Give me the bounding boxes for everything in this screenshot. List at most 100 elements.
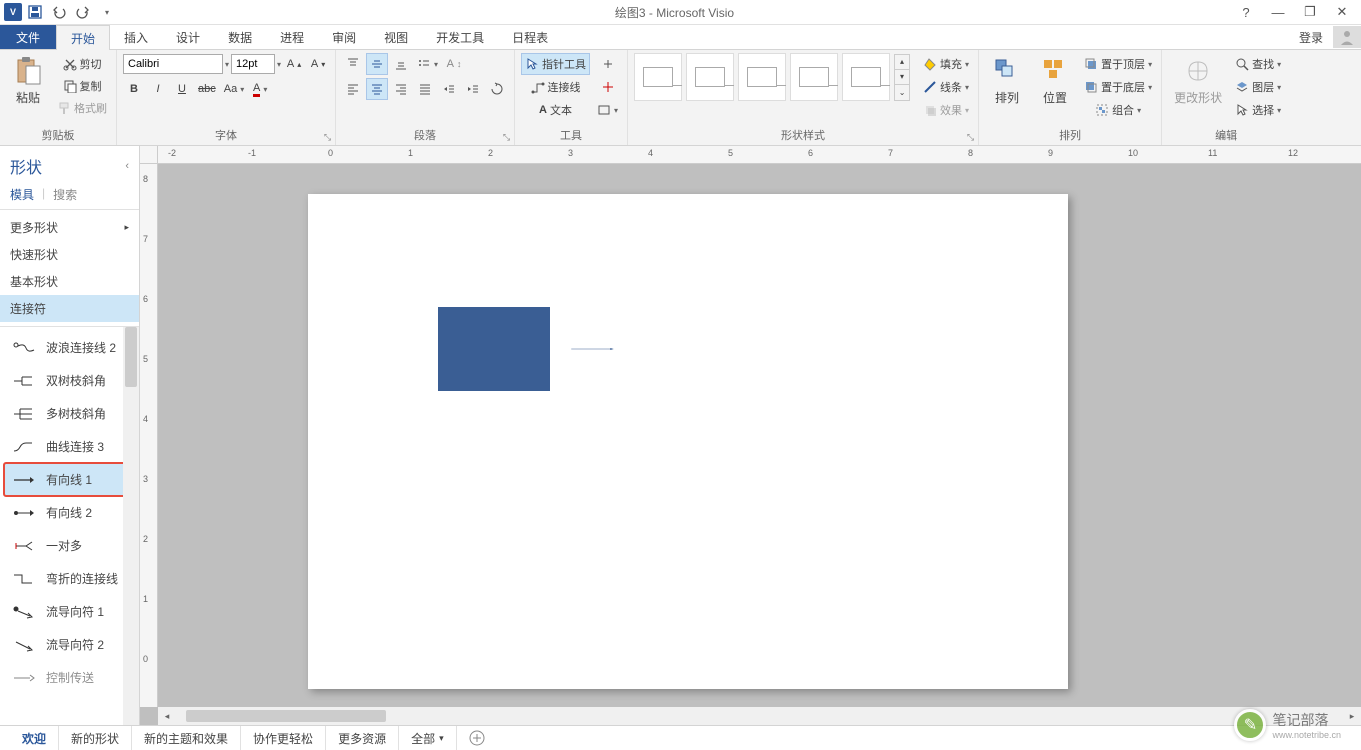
strikethrough-button[interactable]: abc: [195, 78, 219, 100]
gallery-up-button[interactable]: ▴: [895, 55, 909, 70]
tab-process[interactable]: 进程: [266, 25, 318, 49]
minimize-button[interactable]: —: [1263, 1, 1293, 23]
arrow-connector-shape[interactable]: [550, 348, 635, 350]
arrange-button[interactable]: 排列: [985, 53, 1029, 108]
decrease-font-button[interactable]: A▾: [307, 53, 329, 75]
tab-design[interactable]: 设计: [162, 25, 214, 49]
send-to-back-button[interactable]: 置于底层▾: [1081, 76, 1155, 98]
font-dialog-launcher-icon[interactable]: ⤡: [324, 132, 331, 143]
qat-customize-button[interactable]: ▾: [96, 1, 118, 23]
style-item-3[interactable]: [738, 53, 786, 101]
help-button[interactable]: ?: [1231, 1, 1261, 23]
shape-control-transfer[interactable]: 控制传送: [4, 661, 135, 694]
more-resources-tab[interactable]: 更多资源: [326, 726, 399, 750]
rectangle-shape[interactable]: [438, 307, 550, 391]
bring-to-front-button[interactable]: 置于顶层▾: [1081, 53, 1155, 75]
search-tab[interactable]: 搜索: [53, 186, 77, 203]
drawing-page[interactable]: [308, 194, 1068, 689]
qat-undo-button[interactable]: [48, 1, 70, 23]
bold-button[interactable]: B: [123, 78, 145, 100]
find-button[interactable]: 查找▾: [1232, 53, 1284, 75]
scroll-right-button[interactable]: ▸: [1343, 707, 1361, 725]
qat-save-button[interactable]: [24, 1, 46, 23]
rectangle-tool-button[interactable]: ▾: [594, 99, 621, 121]
layers-button[interactable]: 图层▾: [1232, 76, 1284, 98]
increase-font-button[interactable]: A▴: [283, 53, 305, 75]
align-middle-button[interactable]: [366, 53, 388, 75]
line-button[interactable]: 线条▾: [920, 76, 972, 98]
fill-button[interactable]: 填充▾: [920, 53, 972, 75]
new-shapes-tab[interactable]: 新的形状: [59, 726, 132, 750]
italic-button[interactable]: I: [147, 78, 169, 100]
tab-home[interactable]: 开始: [56, 25, 110, 50]
shape-one-to-many[interactable]: 一对多: [4, 529, 135, 562]
add-page-button[interactable]: [465, 730, 489, 746]
quick-shapes-item[interactable]: 快速形状: [0, 241, 139, 268]
tab-view[interactable]: 视图: [370, 25, 422, 49]
text-direction-button[interactable]: A↕: [443, 53, 465, 75]
effects-button[interactable]: 效果▾: [920, 99, 972, 121]
new-themes-tab[interactable]: 新的主题和效果: [132, 726, 241, 750]
horizontal-scrollbar[interactable]: ◂ ▸: [158, 707, 1361, 725]
shape-multi-tree-bevel[interactable]: 多树枝斜角: [4, 397, 135, 430]
font-name-combo[interactable]: [123, 54, 223, 74]
style-item-2[interactable]: [686, 53, 734, 101]
more-shapes-item[interactable]: 更多形状 ▸: [0, 214, 139, 241]
shape-directed-line-1[interactable]: 有向线 1: [4, 463, 135, 496]
copy-button[interactable]: 复制: [54, 75, 110, 97]
align-center-button[interactable]: [366, 78, 388, 100]
horizontal-ruler[interactable]: document.write(Array.from({length:18},(_…: [158, 146, 1361, 164]
font-size-combo[interactable]: [231, 54, 275, 74]
align-top-button[interactable]: [342, 53, 364, 75]
crop-tool-button[interactable]: [594, 53, 621, 75]
style-item-1[interactable]: [634, 53, 682, 101]
user-avatar-icon[interactable]: [1333, 26, 1361, 48]
shape-elbow-connector[interactable]: 弯折的连接线: [4, 562, 135, 595]
close-button[interactable]: ✕: [1327, 1, 1357, 23]
format-painter-button[interactable]: 格式刷: [54, 97, 110, 119]
basic-shapes-item[interactable]: 基本形状: [0, 268, 139, 295]
decrease-indent-button[interactable]: [438, 78, 460, 100]
tab-file[interactable]: 文件: [0, 25, 56, 49]
drawing-canvas[interactable]: [158, 164, 1361, 707]
text-tool-button[interactable]: A文本: [521, 99, 590, 121]
qat-redo-button[interactable]: [72, 1, 94, 23]
shape-flow-guide-1[interactable]: 流导向符 1: [4, 595, 135, 628]
scroll-left-button[interactable]: ◂: [158, 707, 176, 725]
tab-schedule[interactable]: 日程表: [498, 25, 562, 49]
select-button[interactable]: 选择▾: [1232, 99, 1284, 121]
font-size-dropdown-icon[interactable]: ▾: [277, 60, 281, 69]
font-name-dropdown-icon[interactable]: ▾: [225, 60, 229, 69]
cut-button[interactable]: 剪切: [54, 53, 110, 75]
align-bottom-button[interactable]: [390, 53, 412, 75]
group-button[interactable]: 组合▾: [1081, 99, 1155, 121]
vertical-ruler[interactable]: document.write(Array.from({length:10},(_…: [140, 164, 158, 707]
connector-tool-button[interactable]: 连接线: [521, 76, 590, 98]
font-color-button[interactable]: A▾: [249, 78, 271, 100]
collaboration-tab[interactable]: 协作更轻松: [241, 726, 326, 750]
shape-flow-guide-2[interactable]: 流导向符 2: [4, 628, 135, 661]
styles-dialog-launcher-icon[interactable]: ⤡: [967, 132, 974, 143]
welcome-tab[interactable]: 欢迎: [10, 726, 59, 750]
increase-indent-button[interactable]: [462, 78, 484, 100]
rotate-text-button[interactable]: [486, 78, 508, 100]
align-right-button[interactable]: [390, 78, 412, 100]
gallery-down-button[interactable]: ▾: [895, 70, 909, 85]
bullets-button[interactable]: ▾: [414, 53, 441, 75]
connectors-stencil-item[interactable]: 连接符: [0, 295, 139, 322]
shape-style-gallery[interactable]: ▴ ▾ ⌄: [634, 53, 910, 101]
tab-developer[interactable]: 开发工具: [422, 25, 498, 49]
pointer-tool-button[interactable]: 指针工具: [521, 53, 590, 75]
align-left-button[interactable]: [342, 78, 364, 100]
tab-review[interactable]: 审阅: [318, 25, 370, 49]
change-shape-button[interactable]: 更改形状: [1168, 53, 1228, 108]
shape-wave-connector-2[interactable]: 波浪连接线 2: [4, 331, 135, 364]
justify-button[interactable]: [414, 78, 436, 100]
paragraph-dialog-launcher-icon[interactable]: ⤡: [503, 132, 510, 143]
login-link[interactable]: 登录: [1289, 29, 1333, 46]
restore-button[interactable]: ❐: [1295, 1, 1325, 23]
stencil-tab[interactable]: 模具: [10, 186, 34, 203]
connection-point-button[interactable]: [594, 76, 621, 98]
tab-insert[interactable]: 插入: [110, 25, 162, 49]
shape-directed-line-2[interactable]: 有向线 2: [4, 496, 135, 529]
